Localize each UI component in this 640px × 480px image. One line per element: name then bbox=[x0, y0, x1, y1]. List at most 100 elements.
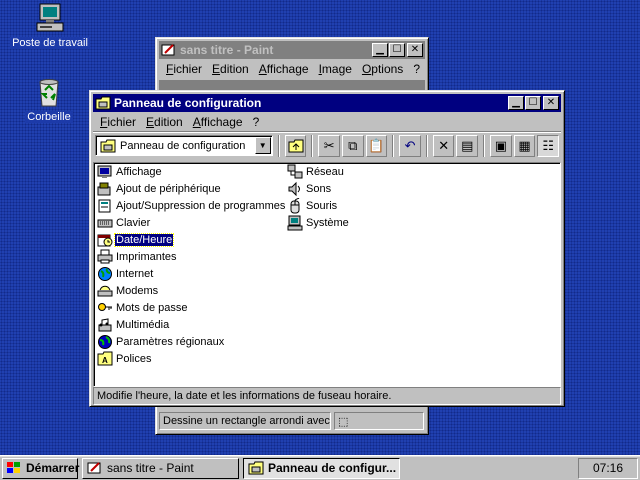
menu-help[interactable]: ? bbox=[248, 115, 265, 129]
control-panel-item-label: Clavier bbox=[116, 216, 151, 229]
address-value: Panneau de configuration bbox=[120, 139, 246, 152]
minimize-icon: ▁ bbox=[376, 44, 384, 55]
menu-edition[interactable]: Edition bbox=[141, 115, 188, 129]
maximize-button[interactable]: ☐ bbox=[389, 43, 405, 57]
paint-status-coords: ⬚ bbox=[334, 412, 424, 430]
delete-icon: ✕ bbox=[438, 137, 450, 153]
minimize-button[interactable]: ▁ bbox=[372, 43, 388, 57]
menu-fichier[interactable]: Fichier bbox=[95, 115, 141, 129]
desktop-icon-label: Corbeille bbox=[25, 111, 73, 123]
add-remove-programs-icon bbox=[97, 198, 113, 214]
control-panel-item[interactable]: Souris bbox=[287, 197, 338, 214]
regional-settings-icon bbox=[97, 334, 113, 350]
paint-titlebar[interactable]: sans titre - Paint ▁ ☐ ✕ bbox=[159, 41, 425, 59]
control-panel-icon bbox=[248, 461, 264, 475]
control-panel-item[interactable]: Internet bbox=[97, 265, 154, 282]
control-panel-item-label: Affichage bbox=[116, 165, 162, 178]
printer-icon bbox=[97, 249, 113, 265]
copy-button[interactable]: ⧉ bbox=[341, 134, 364, 157]
control-panel-item[interactable]: Sons bbox=[287, 180, 332, 197]
minimize-button[interactable]: ▁ bbox=[508, 96, 524, 110]
delete-button[interactable]: ✕ bbox=[432, 134, 455, 157]
paint-status-text: Dessine un rectangle arrondi avec bbox=[163, 415, 330, 427]
system-icon bbox=[287, 215, 303, 231]
menu-image[interactable]: Image bbox=[314, 62, 357, 76]
control-panel-item[interactable]: Imprimantes bbox=[97, 248, 178, 265]
control-panel-window[interactable]: Panneau de configuration ▁ ☐ ✕ Fichier E… bbox=[89, 90, 565, 407]
toolbar-separator bbox=[425, 134, 428, 157]
minimize-icon: ▁ bbox=[512, 97, 520, 108]
control-panel-title: Panneau de configuration bbox=[114, 96, 262, 110]
toolbar-separator bbox=[392, 134, 395, 157]
control-panel-item[interactable]: Clavier bbox=[97, 214, 151, 231]
control-panel-item-label: Polices bbox=[116, 352, 152, 365]
menu-fichier[interactable]: Fichier bbox=[161, 62, 207, 76]
control-panel-item[interactable]: Multimédia bbox=[97, 316, 170, 333]
taskbar-button-label: sans titre - Paint bbox=[107, 461, 194, 475]
control-panel-item-label: Réseau bbox=[306, 165, 344, 178]
large-icons-icon: ▣ bbox=[494, 137, 508, 153]
control-panel-item-list[interactable]: Affichage Ajout de périphérique Ajout/Supp… bbox=[93, 162, 561, 387]
start-button[interactable]: Démarrer bbox=[2, 457, 80, 479]
windows-logo-icon bbox=[6, 461, 22, 475]
clock[interactable]: 07:16 bbox=[593, 461, 623, 475]
taskbar: Démarrer sans titre - Paint Panneau de c… bbox=[0, 455, 640, 480]
control-panel-item[interactable]: Ajout/Suppression de programmes bbox=[97, 197, 286, 214]
control-panel-item[interactable]: Système bbox=[287, 214, 350, 231]
control-panel-item[interactable]: Réseau bbox=[287, 163, 345, 180]
control-panel-item[interactable]: Date/Heure bbox=[97, 231, 175, 248]
toolbar-separator bbox=[277, 134, 280, 157]
control-panel-item[interactable]: Ajout de périphérique bbox=[97, 180, 222, 197]
control-panel-item[interactable]: Modems bbox=[97, 282, 159, 299]
control-panel-item[interactable]: Paramètres régionaux bbox=[97, 333, 225, 350]
large-icons-button[interactable]: ▣ bbox=[490, 134, 512, 157]
desktop-icon-my-computer[interactable]: Poste de travail bbox=[10, 2, 90, 49]
desktop-icon-recycle-bin[interactable]: Corbeille bbox=[9, 76, 89, 123]
control-panel-item[interactable]: A Polices bbox=[97, 350, 152, 367]
control-panel-item-label: Imprimantes bbox=[116, 250, 177, 263]
paint-icon bbox=[87, 461, 103, 475]
close-button[interactable]: ✕ bbox=[543, 96, 559, 110]
undo-icon: ↶ bbox=[404, 137, 416, 153]
desktop: Poste de travail Corbeille sans titre - … bbox=[0, 0, 640, 455]
control-panel-status-text: Modifie l'heure, la date et les informat… bbox=[97, 390, 392, 402]
maximize-button[interactable]: ☐ bbox=[525, 96, 541, 110]
up-folder-icon bbox=[288, 139, 304, 152]
close-button[interactable]: ✕ bbox=[407, 43, 423, 57]
maximize-icon: ☐ bbox=[392, 44, 402, 55]
undo-button[interactable]: ↶ bbox=[399, 134, 421, 157]
menu-help[interactable]: ? bbox=[408, 62, 425, 76]
properties-button[interactable]: ▤ bbox=[456, 134, 479, 157]
control-panel-statusbar: Modifie l'heure, la date et les informat… bbox=[93, 387, 561, 405]
dropdown-arrow-icon[interactable]: ▼ bbox=[254, 137, 271, 154]
control-panel-item-label: Ajout/Suppression de programmes bbox=[116, 199, 286, 212]
display-icon bbox=[97, 164, 113, 180]
computer-icon bbox=[34, 2, 66, 34]
small-icons-button[interactable]: ▦ bbox=[513, 134, 536, 157]
toolbar-separator bbox=[483, 134, 486, 157]
control-panel-item-label: Système bbox=[306, 216, 349, 229]
control-panel-item-label: Internet bbox=[116, 267, 154, 280]
taskbar-button-control-panel[interactable]: Panneau de configur... bbox=[243, 457, 400, 479]
control-panel-item[interactable]: Affichage bbox=[97, 163, 163, 180]
menu-edition[interactable]: Edition bbox=[207, 62, 254, 76]
menu-affichage[interactable]: Affichage bbox=[188, 115, 248, 129]
control-panel-item[interactable]: Mots de passe bbox=[97, 299, 189, 316]
address-combo[interactable]: Panneau de configuration ▼ bbox=[95, 135, 273, 156]
paint-statusbar: Dessine un rectangle arrondi avec bbox=[159, 412, 331, 430]
control-panel-titlebar[interactable]: Panneau de configuration ▁ ☐ ✕ bbox=[93, 94, 561, 112]
up-folder-button[interactable] bbox=[284, 134, 307, 157]
list-view-icon: ☷ bbox=[542, 137, 554, 153]
start-label: Démarrer bbox=[26, 461, 80, 475]
control-panel-item-label: Multimédia bbox=[116, 318, 170, 331]
menu-options[interactable]: Options bbox=[357, 62, 408, 76]
control-panel-toolbar: Panneau de configuration ▼ ✂ ⧉ 📋 ↶ ✕ ▤ ▣… bbox=[93, 131, 561, 159]
menu-affichage[interactable]: Affichage bbox=[254, 62, 314, 76]
list-view-button[interactable]: ☷ bbox=[537, 134, 559, 157]
paint-title: sans titre - Paint bbox=[180, 43, 274, 57]
cut-button[interactable]: ✂ bbox=[318, 134, 340, 157]
taskbar-button-paint[interactable]: sans titre - Paint bbox=[82, 457, 239, 479]
control-panel-item-label: Date/Heure bbox=[113, 232, 175, 247]
paste-button[interactable]: 📋 bbox=[365, 134, 388, 157]
desktop-icon-label: Poste de travail bbox=[10, 37, 90, 49]
